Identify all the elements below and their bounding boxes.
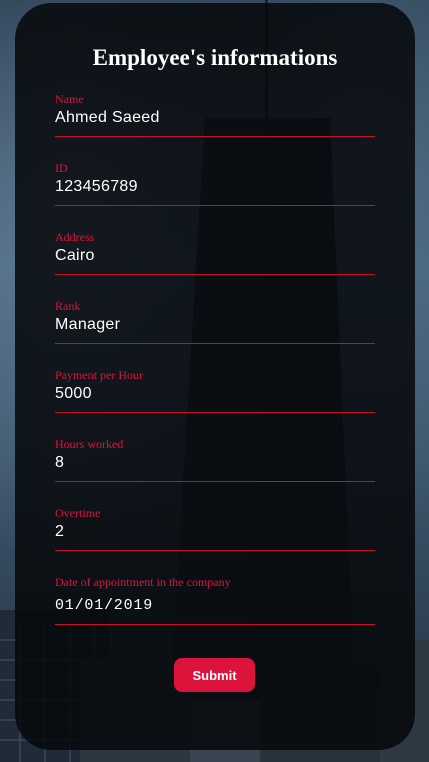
hours-worked-input[interactable] xyxy=(55,453,375,482)
overtime-input[interactable] xyxy=(55,522,375,551)
form-title: Employee's informations xyxy=(92,45,338,70)
name-input[interactable] xyxy=(55,108,375,137)
rank-label: Rank xyxy=(55,299,81,313)
payment-field-group: Payment per Hour xyxy=(55,369,375,413)
submit-button[interactable]: Submit xyxy=(174,658,255,692)
rank-field-group: Rank xyxy=(55,300,375,344)
payment-per-hour-input[interactable] xyxy=(55,384,375,413)
employee-form-card: Employee's informations Name ID Address … xyxy=(15,3,415,750)
address-label: Address xyxy=(55,230,95,244)
name-label: Name xyxy=(55,92,84,106)
name-field-group: Name xyxy=(55,93,375,137)
hours-worked-field-group: Hours worked xyxy=(55,438,375,482)
id-label: ID xyxy=(55,161,68,175)
id-field-group: ID xyxy=(55,162,375,206)
payment-per-hour-label: Payment per Hour xyxy=(55,368,143,382)
appointment-date-field-group: Date of appointment in the company xyxy=(55,576,375,625)
address-field-group: Address xyxy=(55,231,375,275)
appointment-date-input[interactable] xyxy=(55,591,375,625)
address-input[interactable] xyxy=(55,246,375,275)
appointment-date-label: Date of appointment in the company xyxy=(55,575,231,589)
overtime-label: Overtime xyxy=(55,506,101,520)
overtime-field-group: Overtime xyxy=(55,507,375,551)
rank-input[interactable] xyxy=(55,315,375,344)
hours-worked-label: Hours worked xyxy=(55,437,124,451)
id-input[interactable] xyxy=(55,177,375,206)
